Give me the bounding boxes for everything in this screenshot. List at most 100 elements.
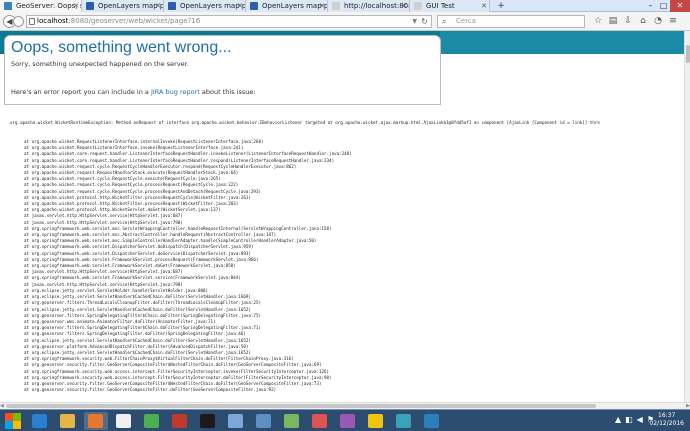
tab-favicon-icon [332, 2, 340, 10]
browser-tab[interactable]: OpenLayers map preview✕ [82, 0, 164, 12]
taskbar-app-app13[interactable] [364, 412, 388, 430]
tab-favicon-icon [4, 2, 12, 10]
search-bar[interactable]: ⌕ Cerca [437, 15, 585, 28]
tab-favicon-icon [168, 2, 176, 10]
browser-tab[interactable]: GUI Test ✕ [410, 0, 490, 12]
windows-taskbar: ▲ ◧ ◀ ⚑ 16:37 02/12/2016 [0, 409, 690, 431]
jar-icon [172, 414, 187, 428]
minimize-button[interactable]: – [644, 0, 657, 12]
taskbar-app-app15[interactable] [420, 412, 444, 430]
clock-time: 16:37 [658, 412, 676, 419]
window-controls: – □ ✕ [644, 0, 690, 12]
tab-label: OpenLayers map preview [180, 2, 246, 10]
app14-icon [396, 414, 411, 428]
start-button[interactable] [4, 412, 22, 430]
menu-icon[interactable]: ≡ [667, 15, 679, 27]
browser-tab-strip: GUI Test✕http://localhost:8080/geoserv..… [0, 0, 690, 12]
browser-tab[interactable]: OpenLayers map preview✕ [164, 0, 246, 12]
horizontal-scroll-thumb[interactable] [6, 404, 596, 408]
browser-tab[interactable]: OpenLayers map preview✕ [246, 0, 328, 12]
new-tab-button[interactable]: + [495, 0, 507, 12]
tab-label: http://localhost:8080/geoserv... [344, 2, 409, 10]
explorer-icon [60, 414, 75, 428]
stack-trace: org.apache.wicket.WicketRuntimeException… [10, 108, 686, 400]
report-prefix: Here's an error report you can include i… [11, 88, 151, 96]
volume-icon[interactable]: ◀ [637, 415, 643, 424]
toolbar-icons: ☆ ▤ ⇩ ⌂ ◔ ≡ [592, 15, 679, 27]
cmd-icon [200, 414, 215, 428]
tray-expand-icon[interactable]: ▲ [615, 415, 621, 424]
tab-close-icon[interactable]: ✕ [155, 0, 161, 12]
tab-label: GeoServer: Oops, somethi... [16, 2, 81, 10]
browser-tab[interactable]: GeoServer: Oops, somethi...✕ [0, 0, 82, 12]
taskbar-app-app11[interactable] [308, 412, 332, 430]
horizontal-scrollbar[interactable]: ◀ ▶ [0, 402, 690, 409]
tab-close-icon[interactable]: ✕ [401, 0, 407, 12]
taskbar-app-ie[interactable] [28, 412, 52, 430]
bookmark-star-icon[interactable]: ☆ [592, 15, 604, 27]
taskbar-app-chrome[interactable] [140, 412, 164, 430]
error-panel: Oops, something went wrong... Sorry, som… [4, 35, 441, 105]
tab-label: GUI Test [426, 2, 455, 10]
download-icon[interactable]: ⇩ [622, 15, 634, 27]
tab-close-icon[interactable]: ✕ [73, 0, 79, 12]
pocket-icon[interactable]: ◔ [652, 15, 664, 27]
home-icon[interactable]: ⌂ [637, 15, 649, 27]
stack-trace-line: at org.geoserver.security.filter.GeoServ… [24, 387, 277, 393]
history-dropdown-icon[interactable]: ▼ [412, 16, 417, 27]
clock-date: 02/12/2016 [649, 420, 684, 427]
close-window-button[interactable]: ✕ [670, 0, 690, 12]
taskbar-app-app12[interactable] [336, 412, 360, 430]
vertical-scroll-thumb[interactable] [686, 45, 690, 63]
search-placeholder: Cerca [456, 17, 477, 25]
forward-button[interactable] [13, 16, 24, 27]
firefox-icon [88, 414, 103, 428]
tab-label: OpenLayers map preview [262, 2, 328, 10]
jira-bug-report-link[interactable]: JIRA bug report [151, 88, 200, 96]
taskbar-app-cmd[interactable] [196, 412, 220, 430]
tab-label: OpenLayers map preview [98, 2, 164, 10]
app15-icon [424, 414, 439, 428]
address-bar[interactable]: localhost:8080/geoserver/web/wicket/page… [26, 15, 432, 28]
page-info-icon[interactable] [29, 18, 35, 25]
ie-icon [32, 414, 47, 428]
tab-close-icon[interactable]: ✕ [237, 0, 243, 12]
taskbar-app-app14[interactable] [392, 412, 416, 430]
media-icon [116, 414, 131, 428]
paint-icon [228, 414, 243, 428]
tab-favicon-icon [86, 2, 94, 10]
system-tray: ▲ ◧ ◀ ⚑ [615, 415, 654, 424]
reload-icon[interactable]: ↻ [421, 16, 428, 27]
tab-close-icon[interactable]: ✕ [319, 0, 325, 12]
tab-favicon-icon [250, 2, 258, 10]
taskbar-app-paint[interactable] [224, 412, 248, 430]
url-host: localhost [37, 17, 69, 25]
app9-icon [256, 414, 271, 428]
taskbar-app-app9[interactable] [252, 412, 276, 430]
tab-favicon-icon [414, 2, 422, 10]
app10-icon [284, 414, 299, 428]
search-icon: ⌕ [442, 17, 447, 26]
vertical-scrollbar[interactable] [684, 31, 690, 402]
error-report-note: Here's an error report you can include i… [11, 88, 256, 96]
report-suffix: about this issue: [199, 88, 256, 96]
app11-icon [312, 414, 327, 428]
chrome-icon [144, 414, 159, 428]
taskbar-app-explorer[interactable] [56, 412, 80, 430]
page-content: Oops, something went wrong... Sorry, som… [0, 31, 690, 402]
network-icon[interactable]: ◧ [625, 415, 633, 424]
tab-close-icon[interactable]: ✕ [481, 0, 487, 12]
navigation-bar: ◀ localhost:8080/geoserver/web/wicket/pa… [0, 12, 690, 31]
taskbar-clock[interactable]: 16:37 02/12/2016 [649, 412, 684, 428]
browser-tab[interactable]: http://localhost:8080/geoserv...✕ [328, 0, 410, 12]
url-path: :8080/geoserver/web/wicket/page?16 [68, 17, 201, 25]
taskbar-app-firefox[interactable] [84, 412, 108, 430]
taskbar-app-jar[interactable] [168, 412, 192, 430]
taskbar-app-media[interactable] [112, 412, 136, 430]
page-title: Oops, something went wrong... [11, 39, 232, 56]
reading-list-icon[interactable]: ▤ [607, 15, 619, 27]
taskbar-app-app10[interactable] [280, 412, 304, 430]
stack-trace-exception: org.apache.wicket.WicketRuntimeException… [10, 120, 600, 126]
maximize-button[interactable]: □ [657, 0, 670, 12]
app13-icon [368, 414, 383, 428]
